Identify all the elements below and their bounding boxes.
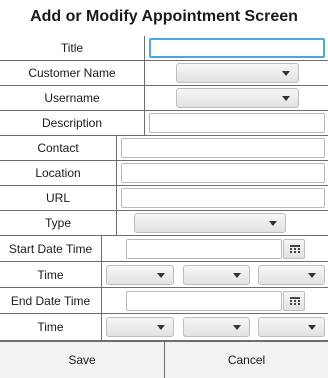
save-button[interactable]: Save [0, 341, 165, 378]
description-input[interactable] [149, 113, 325, 133]
end-date-picker-button[interactable] [283, 291, 305, 311]
row-end-date: End Date Time [0, 288, 328, 314]
row-customer: Customer Name [0, 61, 328, 86]
end-minute-dropdown[interactable] [183, 317, 250, 337]
end-time-label: Time [0, 314, 102, 340]
row-start-time: Time [0, 262, 328, 288]
calendar-icon [290, 245, 300, 253]
chevron-down-icon [157, 273, 165, 278]
url-input[interactable] [121, 188, 325, 208]
cancel-button[interactable]: Cancel [165, 341, 328, 378]
chevron-down-icon [308, 325, 316, 330]
type-label: Type [0, 211, 117, 235]
chevron-down-icon [157, 325, 165, 330]
chevron-down-icon [282, 71, 290, 76]
start-date-picker-button[interactable] [283, 239, 305, 259]
start-time-label: Time [0, 262, 102, 287]
location-input[interactable] [121, 163, 325, 183]
chevron-down-icon [308, 273, 316, 278]
end-ampm-dropdown[interactable] [258, 317, 325, 337]
end-date-time-label: End Date Time [0, 288, 102, 313]
contact-input[interactable] [121, 138, 325, 158]
row-url: URL [0, 186, 328, 211]
calendar-icon [290, 297, 300, 305]
row-start-date: Start Date Time [0, 236, 328, 262]
row-end-time: Time [0, 314, 328, 341]
contact-label: Contact [0, 136, 117, 160]
description-label: Description [0, 111, 145, 135]
start-hour-dropdown[interactable] [106, 265, 174, 285]
start-ampm-dropdown[interactable] [258, 265, 325, 285]
row-type: Type [0, 211, 328, 236]
row-contact: Contact [0, 136, 328, 161]
row-username: Username [0, 86, 328, 111]
type-dropdown[interactable] [134, 213, 286, 233]
customer-name-label: Customer Name [0, 61, 145, 85]
title-label: Title [0, 36, 145, 60]
row-description: Description [0, 111, 328, 136]
window-title: Add or Modify Appointment Screen [30, 8, 298, 25]
start-minute-dropdown[interactable] [183, 265, 250, 285]
title-input[interactable] [149, 38, 325, 58]
location-label: Location [0, 161, 117, 185]
start-date-time-label: Start Date Time [0, 236, 102, 261]
end-hour-dropdown[interactable] [106, 317, 174, 337]
row-location: Location [0, 161, 328, 186]
chevron-down-icon [233, 273, 241, 278]
row-title: Title [0, 36, 328, 61]
username-dropdown[interactable] [176, 88, 299, 108]
end-date-input[interactable] [126, 291, 282, 311]
url-label: URL [0, 186, 117, 210]
start-date-input[interactable] [126, 239, 282, 259]
chevron-down-icon [269, 221, 277, 226]
username-label: Username [0, 86, 145, 110]
customer-name-dropdown[interactable] [176, 63, 299, 83]
appointment-form: Title Customer Name Username Description… [0, 36, 328, 341]
chevron-down-icon [233, 325, 241, 330]
chevron-down-icon [282, 96, 290, 101]
